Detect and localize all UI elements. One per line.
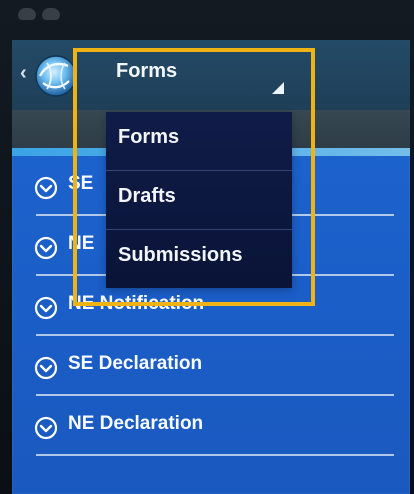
form-type-dropdown: Forms Drafts Submissions xyxy=(106,112,292,288)
device-frame: ‹ Forms SE NE NE Notification SE Declara… xyxy=(0,0,414,494)
dropdown-triangle-icon xyxy=(272,82,284,94)
list-item-label: NE Notification xyxy=(68,293,205,314)
globe-logo-icon xyxy=(35,55,77,97)
list-item[interactable]: SE Declaration xyxy=(12,336,410,396)
expand-circle-icon xyxy=(34,416,58,440)
status-dot xyxy=(42,8,60,20)
status-dot xyxy=(18,8,36,20)
expand-circle-icon xyxy=(34,236,58,260)
dropdown-item-submissions[interactable]: Submissions xyxy=(106,230,292,289)
action-bar: ‹ Forms xyxy=(12,40,410,110)
dropdown-item-drafts[interactable]: Drafts xyxy=(106,171,292,230)
dropdown-item-label: Forms xyxy=(118,126,180,148)
list-item[interactable]: NE Declaration xyxy=(12,396,410,456)
dropdown-item-label: Submissions xyxy=(118,244,243,266)
list-item-label: SE xyxy=(68,173,94,194)
dropdown-item-label: Drafts xyxy=(118,185,176,207)
form-type-spinner[interactable]: Forms xyxy=(98,50,284,98)
status-bar xyxy=(18,8,60,20)
list-item-label: SE Declaration xyxy=(68,353,203,374)
form-type-label: Forms xyxy=(116,60,178,82)
list-item-label: NE xyxy=(68,233,95,254)
list-item-label: NE Declaration xyxy=(68,413,204,434)
dropdown-item-forms[interactable]: Forms xyxy=(106,112,292,171)
chevron-left-icon[interactable]: ‹ xyxy=(20,63,30,83)
expand-circle-icon xyxy=(34,356,58,380)
expand-circle-icon xyxy=(34,296,58,320)
expand-circle-icon xyxy=(34,176,58,200)
